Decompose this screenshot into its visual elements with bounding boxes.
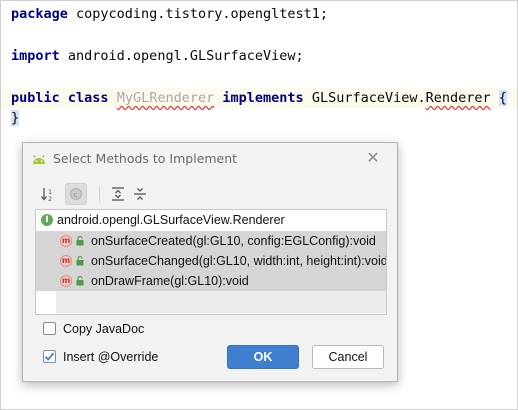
show-classes-icon[interactable]: c [65, 183, 87, 205]
public-lock-icon [76, 256, 84, 266]
insert-override-label: Insert @Override [63, 350, 159, 364]
sort-alpha-icon[interactable]: 1 2 [37, 183, 59, 205]
class-name-error[interactable]: MyGLRenderer [117, 90, 215, 106]
checkmark-icon [44, 352, 55, 361]
code-line-close-brace: } [11, 108, 20, 128]
close-brace: } [11, 110, 20, 126]
cancel-button[interactable]: Cancel [312, 345, 384, 369]
keyword-implements: implements [222, 90, 304, 106]
svg-text:c: c [74, 191, 78, 199]
method-label: onDrawFrame(gl:GL10):void [91, 274, 249, 288]
keyword-package: package [11, 6, 68, 22]
code-line-import: import android.opengl.GLSurfaceView; [11, 46, 304, 66]
import-path: android.opengl.GLSurfaceView; [59, 48, 304, 64]
public-lock-icon [76, 236, 84, 246]
ok-button[interactable]: OK [227, 345, 299, 369]
keyword-class: class [67, 90, 109, 106]
tree-empty-area [36, 291, 386, 313]
select-methods-dialog: Select Methods to Implement ✕ 1 2 c I an… [22, 142, 398, 382]
interface-prefix: GLSurfaceView. [311, 90, 426, 106]
svg-text:2: 2 [48, 195, 52, 202]
dialog-toolbar: 1 2 c [37, 183, 237, 205]
methods-tree[interactable]: I android.opengl.GLSurfaceView.Renderer … [35, 209, 387, 315]
code-line-class-declaration: public class MyGLRenderer implements GLS… [11, 88, 507, 108]
tree-method-row[interactable]: m onSurfaceChanged(gl:GL10, width:int, h… [36, 251, 386, 271]
copy-javadoc-label: Copy JavaDoc [63, 322, 145, 336]
code-line-package: package copycoding.tistory.opengltest1; [11, 4, 328, 24]
tree-empty-shade [56, 291, 386, 313]
dialog-title-bar[interactable]: Select Methods to Implement ✕ [23, 143, 397, 175]
close-icon[interactable]: ✕ [365, 150, 381, 166]
insert-override-checkbox[interactable] [43, 350, 56, 363]
keyword-public: public [11, 90, 60, 106]
android-icon [33, 154, 45, 164]
expand-all-icon[interactable] [107, 183, 129, 205]
package-name: copycoding.tistory.opengltest1; [67, 6, 328, 22]
collapse-all-icon[interactable] [129, 183, 151, 205]
toolbar-separator [99, 186, 100, 202]
tree-method-row[interactable]: m onSurfaceCreated(gl:GL10, config:EGLCo… [36, 231, 386, 251]
tree-root-label: android.opengl.GLSurfaceView.Renderer [57, 213, 285, 227]
dialog-title: Select Methods to Implement [53, 151, 238, 166]
method-icon: m [60, 275, 72, 287]
tree-root-interface[interactable]: I android.opengl.GLSurfaceView.Renderer [36, 210, 386, 230]
interface-name[interactable]: Renderer [426, 90, 491, 106]
keyword-import: import [11, 48, 60, 64]
copy-javadoc-checkbox[interactable] [43, 322, 56, 335]
public-lock-icon [76, 276, 84, 286]
interface-icon: I [41, 214, 53, 226]
method-label: onSurfaceCreated(gl:GL10, config:EGLConf… [91, 234, 376, 248]
method-icon: m [60, 255, 72, 267]
tree-method-row[interactable]: m onDrawFrame(gl:GL10):void [36, 271, 386, 291]
method-icon: m [60, 235, 72, 247]
open-brace: { [498, 90, 507, 106]
method-label: onSurfaceChanged(gl:GL10, width:int, hei… [91, 254, 387, 268]
